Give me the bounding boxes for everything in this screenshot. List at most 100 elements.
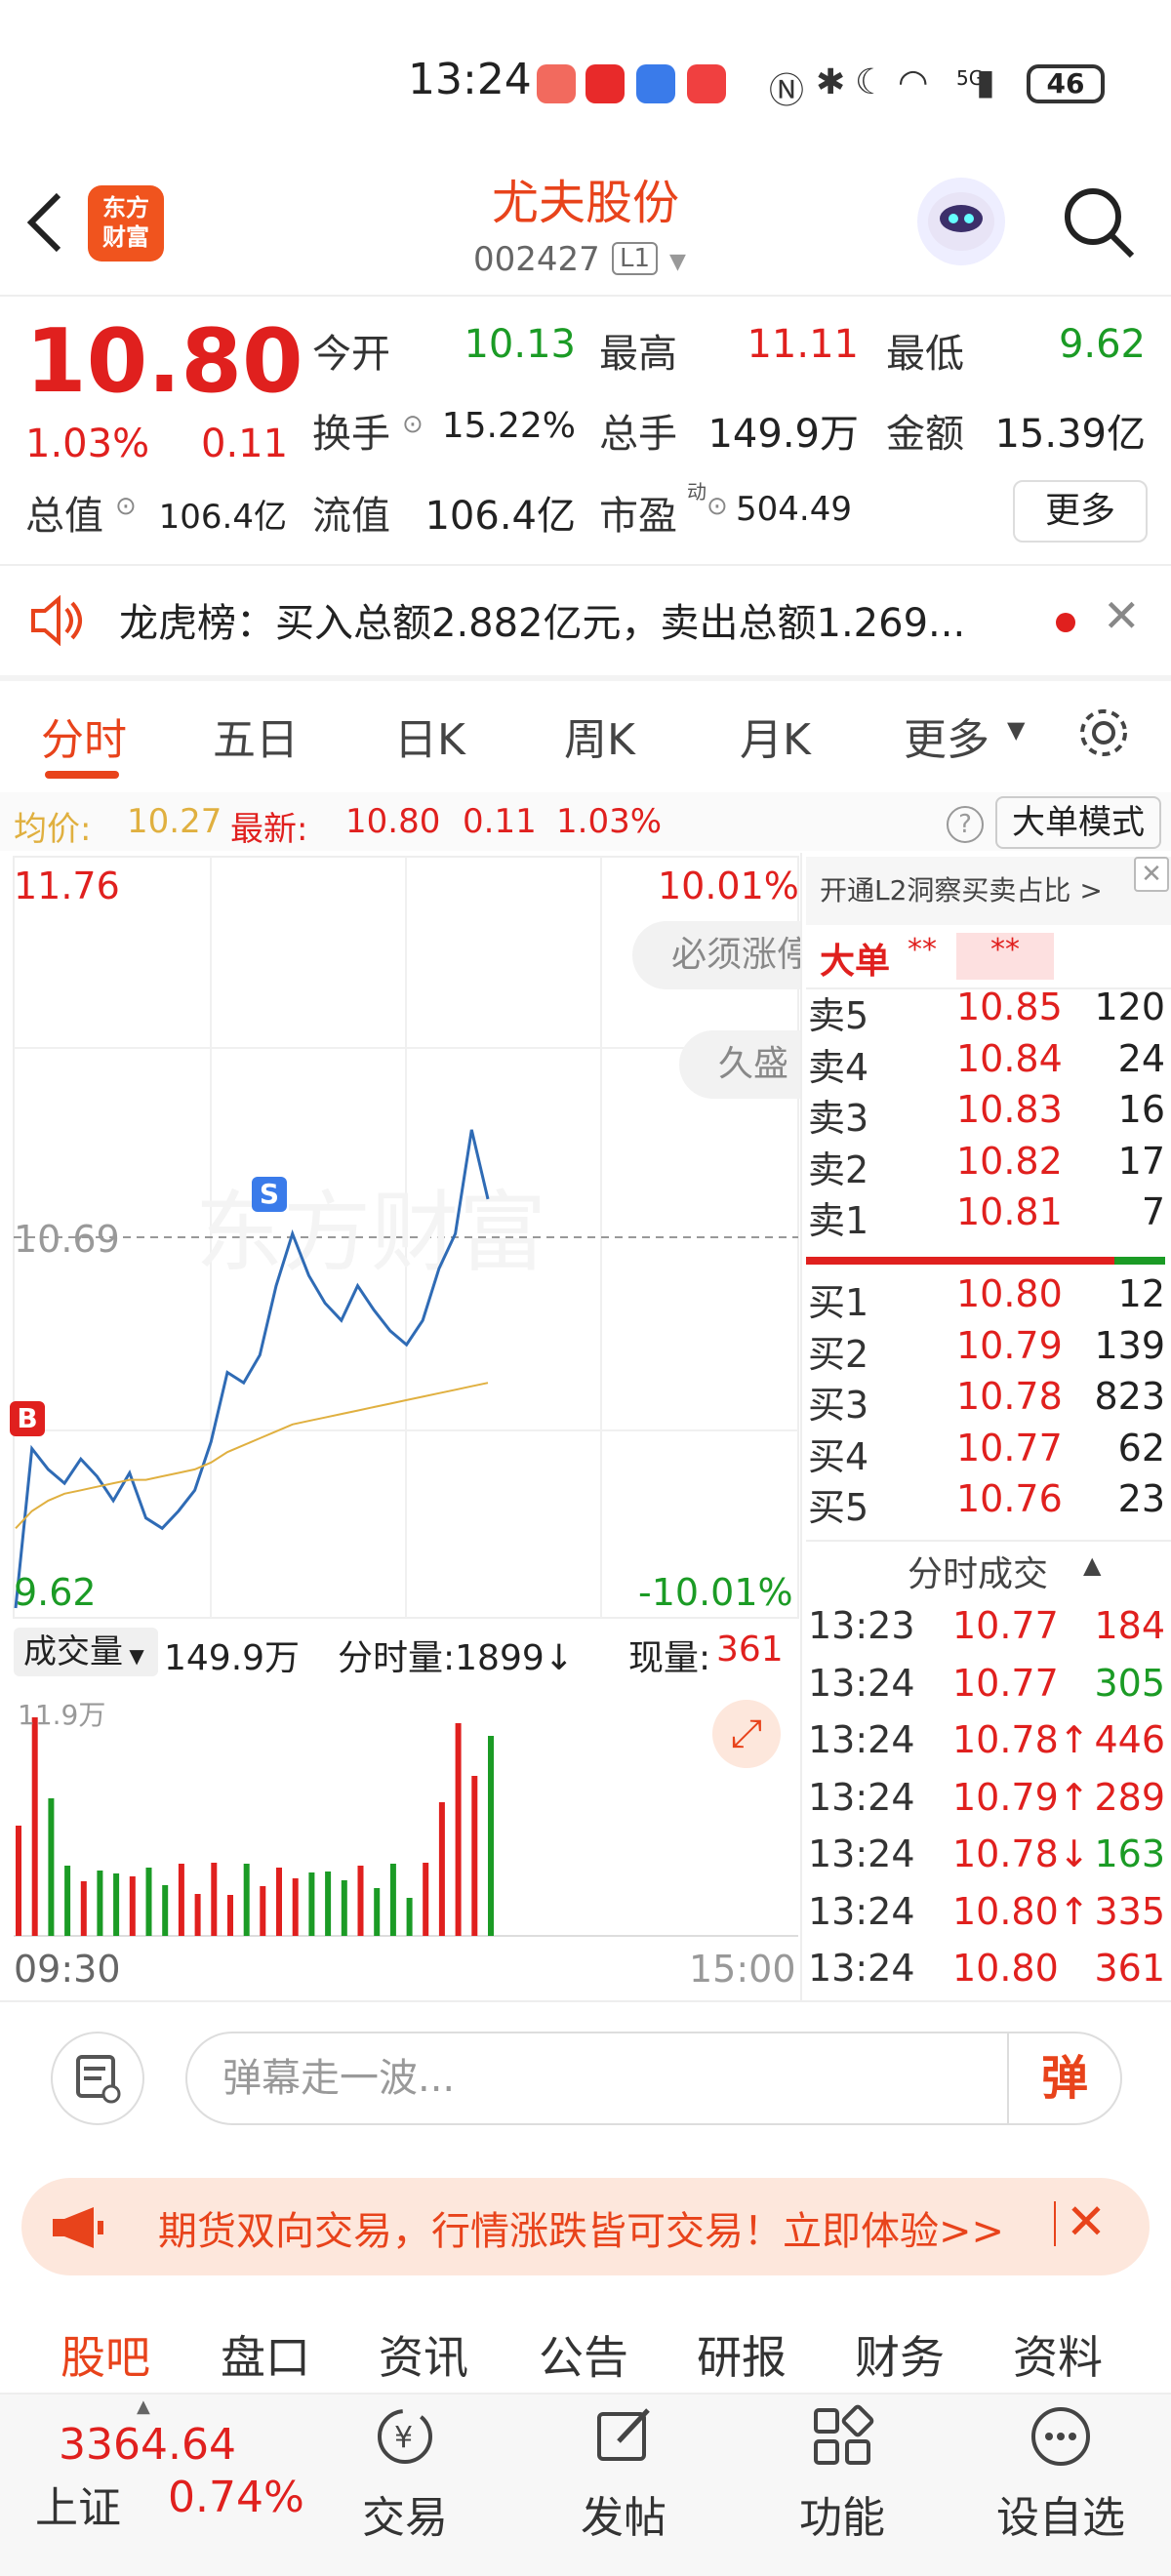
edit-icon[interactable] (589, 2402, 658, 2471)
stock-code[interactable]: 002427 (473, 240, 600, 279)
open-label: 今开 (312, 332, 390, 377)
volume-bar (488, 1736, 494, 1936)
tab-profile[interactable]: 资料 (1013, 2322, 1103, 2387)
intraday-chart[interactable]: 东方财富 (0, 853, 800, 2000)
danmu-bubble[interactable]: 久盛 (679, 1030, 800, 1099)
volume-selector[interactable]: 成交量 ▼ (14, 1628, 158, 1676)
app-notification-icon (636, 64, 675, 103)
tab-research[interactable]: 研报 (697, 2322, 787, 2387)
bid-row[interactable]: 买5 10.76 23 (808, 1477, 1165, 1529)
bid-row[interactable]: 买2 10.79 139 (808, 1324, 1165, 1376)
tab-five-day[interactable]: 五日 (213, 704, 299, 767)
change-amount: 0.11 (201, 422, 289, 466)
more-dots-icon[interactable] (1027, 2402, 1095, 2471)
amount-label: 金额 (886, 412, 964, 457)
danmu-bubble[interactable]: 必须涨停 (632, 921, 800, 989)
ticks-title[interactable]: 分时成交 (908, 1546, 1048, 1596)
chevron-down-icon[interactable]: ▼ (669, 250, 686, 274)
current-volume-value: 361 (716, 1630, 784, 1670)
tab-order-panel[interactable]: 盘口 (221, 2322, 310, 2387)
index-percent[interactable]: 0.74% (168, 2473, 304, 2522)
expand-icon[interactable]: ⤢ (712, 1700, 781, 1768)
tab-forum[interactable]: 股吧 (61, 2322, 150, 2387)
index-name[interactable]: 上证 (35, 2473, 121, 2535)
volume-bar (423, 1863, 429, 1936)
tab-news[interactable]: 资讯 (379, 2322, 468, 2387)
row-volume: 823 (1094, 1375, 1165, 1418)
nav-functions[interactable]: 功能 (745, 2482, 940, 2545)
row-label: 卖2 (808, 1147, 869, 1191)
gear-icon[interactable] (1073, 703, 1134, 763)
tab-monthly-k[interactable]: 月K (740, 704, 811, 767)
assistant-robot-icon[interactable] (917, 178, 1005, 265)
ask-row[interactable]: 卖5 10.85 120 (808, 986, 1165, 1037)
close-icon[interactable]: ✕ (1134, 857, 1169, 892)
index-value[interactable]: 3364.64 (59, 2420, 236, 2470)
y-axis-pct-low: -10.01% (638, 1571, 793, 1614)
tab-announcements[interactable]: 公告 (539, 2322, 628, 2387)
volume-bar (325, 1872, 332, 1936)
volume-bar (178, 1864, 184, 1936)
volume-bar (227, 1895, 233, 1936)
close-icon[interactable]: ✕ (1066, 2194, 1107, 2250)
tab-daily-k[interactable]: 日K (394, 704, 465, 767)
big-order-mode-button[interactable]: 大单模式 (995, 796, 1161, 849)
chevron-down-icon[interactable]: ▼ (1007, 716, 1025, 744)
row-price: 10.77 (956, 1426, 1063, 1469)
row-price: 10.84 (956, 1036, 1063, 1080)
caret-up-icon[interactable]: ▲ (1083, 1551, 1101, 1579)
ask-row[interactable]: 卖3 10.83 16 (808, 1088, 1165, 1140)
volume-bar (374, 1888, 381, 1936)
nav-add-watchlist[interactable]: 设自选 (963, 2482, 1158, 2545)
big-order-value: ** (908, 933, 937, 967)
row-price: 10.82 (956, 1139, 1063, 1183)
danmu-input[interactable]: 弹幕走一波... (185, 2032, 1122, 2125)
danmu-send-button[interactable]: 弹 (1007, 2033, 1120, 2123)
volume-bar (276, 1868, 282, 1936)
turnover-label: 换手 (312, 412, 390, 457)
dragon-tiger-text[interactable]: 龙虎榜：买入总额2.882亿元，卖出总额1.269... (119, 591, 965, 648)
active-tab-indicator (45, 771, 119, 779)
level-badge[interactable]: L1 (612, 242, 659, 275)
divider (1054, 2201, 1056, 2246)
ask-row[interactable]: 卖1 10.81 7 (808, 1190, 1165, 1242)
volume-label: 总手 (599, 412, 677, 457)
tab-more[interactable]: 更多 (904, 704, 989, 767)
high-value: 11.11 (747, 322, 859, 367)
buy-marker[interactable]: B (10, 1401, 45, 1436)
divider (0, 675, 1171, 681)
help-icon[interactable]: ? (947, 806, 984, 843)
tab-intraday[interactable]: 分时 (41, 704, 127, 767)
ad-text[interactable]: 期货双向交易，行情涨跌皆可交易！立即体验>> (158, 2199, 1004, 2256)
row-volume: 120 (1094, 986, 1165, 1028)
grid-icon[interactable] (808, 2402, 876, 2471)
tab-financials[interactable]: 财务 (855, 2322, 945, 2387)
signal-icon: ▮ (976, 62, 995, 102)
sell-marker[interactable]: S (252, 1177, 287, 1212)
tick-volume: 289 (1094, 1775, 1165, 1819)
nav-post[interactable]: 发帖 (526, 2482, 721, 2545)
row-label: 买5 (808, 1486, 869, 1529)
more-button[interactable]: 更多 (1013, 480, 1148, 543)
l2-promo-banner[interactable]: 开通L2洞察买卖占比 > (806, 857, 1171, 925)
wifi-icon: ◠ (898, 62, 929, 102)
bid-row[interactable]: 买1 10.80 12 (808, 1272, 1165, 1324)
ask-row[interactable]: 卖4 10.84 24 (808, 1036, 1165, 1089)
tab-weekly-k[interactable]: 周K (564, 704, 635, 767)
danmu-list-icon[interactable] (51, 2032, 144, 2125)
ask-row[interactable]: 卖2 10.82 17 (808, 1139, 1165, 1191)
bid-row[interactable]: 买3 10.78 823 (808, 1375, 1165, 1427)
info-icon[interactable]: ⊙ (707, 492, 728, 521)
amount-value: 15.39亿 (994, 412, 1146, 457)
trade-icon[interactable]: ¥ (371, 2402, 439, 2471)
info-icon[interactable]: ⊙ (402, 410, 424, 439)
status-time: 13:24 (408, 55, 532, 104)
nav-trade[interactable]: 交易 (307, 2482, 503, 2545)
latest-change: 0.11 (463, 802, 537, 841)
volume-bar (471, 1776, 478, 1936)
info-icon[interactable]: ⊙ (115, 492, 137, 521)
search-icon[interactable] (1060, 183, 1138, 262)
bid-row[interactable]: 买4 10.77 62 (808, 1426, 1165, 1478)
close-icon[interactable]: ✕ (1103, 589, 1141, 642)
volume-bar (31, 1717, 38, 1936)
